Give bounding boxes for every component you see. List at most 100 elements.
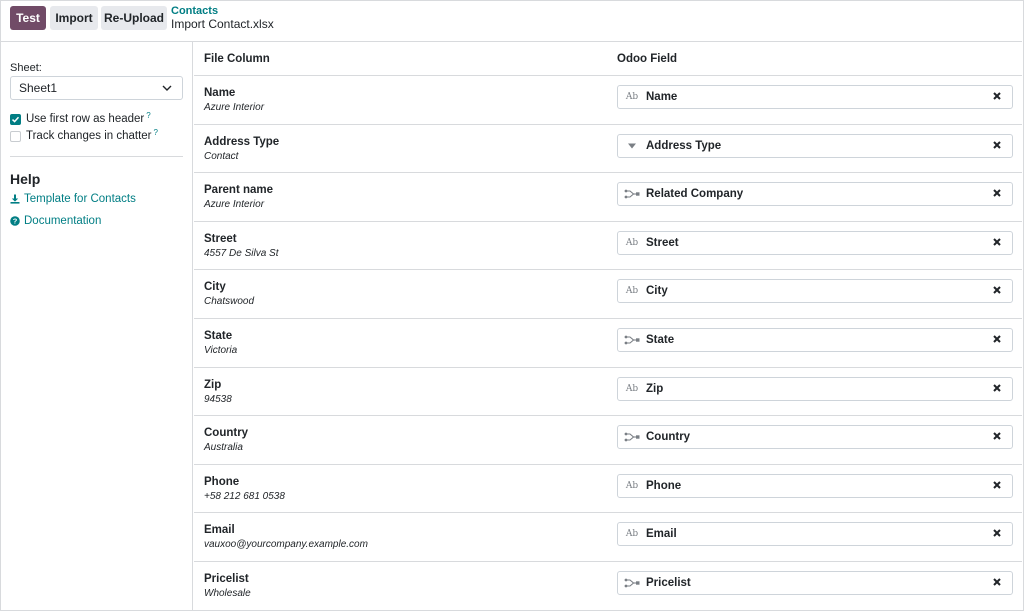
import-button[interactable]: Import bbox=[50, 6, 98, 30]
clear-field-icon[interactable] bbox=[992, 383, 1002, 393]
file-column-name: Phone bbox=[204, 475, 240, 488]
test-button[interactable]: Test bbox=[10, 6, 46, 30]
file-column-sample: Chatswood bbox=[204, 296, 255, 308]
char-icon: Ab bbox=[618, 92, 646, 102]
track-changes-option[interactable]: Track changes in chatter ? bbox=[10, 128, 158, 142]
table-body: Name Azure Interior Ab Name Address Type… bbox=[194, 76, 1022, 610]
file-column-name: State bbox=[204, 329, 233, 342]
file-column-sample: Azure Interior bbox=[204, 102, 265, 113]
table-row: Street 4557 De Silva St Ab Street bbox=[194, 222, 1022, 271]
odoo-field-select[interactable]: Ab Email bbox=[617, 522, 1013, 547]
odoo-field-select[interactable]: Ab Name bbox=[617, 85, 1013, 109]
file-column-name: Email bbox=[204, 524, 235, 537]
char-type-text: Ab bbox=[625, 286, 639, 297]
file-column-sample: Contact bbox=[204, 150, 239, 162]
control-panel: Test Import Re-Upload Contacts Import Co… bbox=[1, 1, 1022, 42]
file-column-sample: Australia bbox=[204, 442, 243, 454]
file-column-name: City bbox=[204, 281, 226, 294]
char-icon: Ab bbox=[618, 286, 646, 296]
char-icon: Ab bbox=[618, 384, 646, 394]
table-header: File Column Odoo Field bbox=[194, 42, 1022, 76]
char-icon: Ab bbox=[618, 529, 646, 539]
chevron-down-icon bbox=[162, 85, 172, 91]
first-row-header-checkbox[interactable] bbox=[10, 113, 21, 125]
file-column-sample: Wholesale bbox=[204, 587, 251, 599]
odoo-field-select[interactable]: Ab Zip bbox=[617, 376, 1013, 401]
file-column-header: File Column bbox=[204, 53, 270, 65]
char-type-text: Ab bbox=[625, 237, 639, 248]
first-row-header-option[interactable]: Use first row as header ? bbox=[10, 111, 151, 125]
file-column-name: Name bbox=[204, 87, 236, 99]
odoo-field-label: City bbox=[646, 285, 668, 298]
clear-field-icon[interactable] bbox=[992, 334, 1002, 344]
odoo-field-header: Odoo Field bbox=[617, 53, 678, 65]
odoo-field-select[interactable]: Ab Phone bbox=[617, 473, 1013, 498]
odoo-field-select[interactable]: Pricelist bbox=[617, 570, 1013, 595]
odoo-field-select[interactable]: State bbox=[617, 327, 1013, 352]
odoo-field-label: Pricelist bbox=[646, 576, 691, 589]
table-row: Zip 94538 Ab Zip bbox=[194, 368, 1022, 417]
selection-icon bbox=[618, 142, 646, 150]
check-icon bbox=[11, 116, 20, 123]
question-circle-icon: ? bbox=[10, 216, 20, 226]
file-column-sample: Azure Interior bbox=[204, 199, 265, 211]
odoo-field-label: State bbox=[646, 333, 675, 346]
char-type-text: Ab bbox=[625, 383, 639, 394]
char-type-text: Ab bbox=[625, 92, 639, 102]
table-row: City Chatswood Ab City bbox=[194, 270, 1022, 319]
file-column-name: Zip bbox=[204, 378, 222, 391]
clear-field-icon[interactable] bbox=[992, 480, 1002, 490]
char-icon: Ab bbox=[618, 238, 646, 248]
documentation-link-label: Documentation bbox=[24, 215, 102, 227]
table-row: Address Type Contact Address Type bbox=[194, 125, 1022, 174]
template-link[interactable]: Template for Contacts bbox=[10, 193, 136, 205]
odoo-field-label: Zip bbox=[646, 382, 664, 395]
odoo-field-select[interactable]: Address Type bbox=[617, 133, 1013, 158]
clear-field-icon[interactable] bbox=[992, 285, 1002, 295]
help-tooltip-icon[interactable]: ? bbox=[146, 111, 150, 120]
reupload-button[interactable]: Re-Upload bbox=[101, 6, 167, 30]
file-column-name: Address Type bbox=[204, 135, 280, 148]
odoo-field-select[interactable]: Ab Street bbox=[617, 230, 1013, 255]
relation-icon bbox=[618, 189, 646, 199]
odoo-field-label: Email bbox=[646, 528, 677, 541]
track-changes-checkbox[interactable] bbox=[10, 130, 21, 142]
file-column-name: Country bbox=[204, 427, 249, 440]
help-title: Help bbox=[10, 171, 41, 187]
file-column-sample: 94538 bbox=[204, 393, 232, 405]
clear-field-icon[interactable] bbox=[992, 140, 1002, 150]
odoo-field-label: Name bbox=[646, 91, 678, 103]
help-tooltip-icon[interactable]: ? bbox=[154, 128, 158, 137]
odoo-field-label: Phone bbox=[646, 479, 682, 492]
table-row: Pricelist Wholesale Pricelist bbox=[194, 562, 1022, 610]
template-link-label: Template for Contacts bbox=[24, 193, 136, 205]
first-row-header-label: Use first row as header bbox=[26, 113, 145, 125]
relation-icon bbox=[618, 432, 646, 442]
file-column-name: Parent name bbox=[204, 184, 274, 197]
clear-field-icon[interactable] bbox=[992, 577, 1002, 587]
clear-field-icon[interactable] bbox=[992, 528, 1002, 538]
odoo-field-label: Country bbox=[646, 431, 691, 444]
odoo-field-select[interactable]: Ab City bbox=[617, 279, 1013, 304]
sheet-select-value: Sheet1 bbox=[19, 81, 58, 95]
odoo-field-label: Address Type bbox=[646, 139, 722, 152]
relation-icon bbox=[618, 335, 646, 345]
clear-field-icon[interactable] bbox=[992, 188, 1002, 198]
file-column-sample: 4557 De Silva St bbox=[204, 247, 279, 259]
file-column-sample: Victoria bbox=[204, 344, 238, 356]
documentation-link[interactable]: ? Documentation bbox=[10, 215, 101, 227]
breadcrumb: Contacts Import Contact.xlsx bbox=[171, 5, 274, 31]
track-changes-label: Track changes in chatter bbox=[26, 130, 152, 142]
clear-field-icon[interactable] bbox=[992, 431, 1002, 441]
odoo-field-select[interactable]: Country bbox=[617, 425, 1013, 450]
char-icon: Ab bbox=[618, 481, 646, 491]
svg-text:?: ? bbox=[13, 217, 18, 226]
table-row: Name Azure Interior Ab Name bbox=[194, 76, 1022, 125]
clear-field-icon[interactable] bbox=[992, 91, 1002, 101]
file-column-name: Street bbox=[204, 232, 237, 245]
sheet-label: Sheet: bbox=[10, 62, 42, 74]
sheet-select[interactable]: Sheet1 bbox=[10, 76, 183, 100]
odoo-field-select[interactable]: Related Company bbox=[617, 182, 1013, 207]
column-mapping-table: File Column Odoo Field Name Azure Interi… bbox=[194, 42, 1022, 610]
clear-field-icon[interactable] bbox=[992, 237, 1002, 247]
